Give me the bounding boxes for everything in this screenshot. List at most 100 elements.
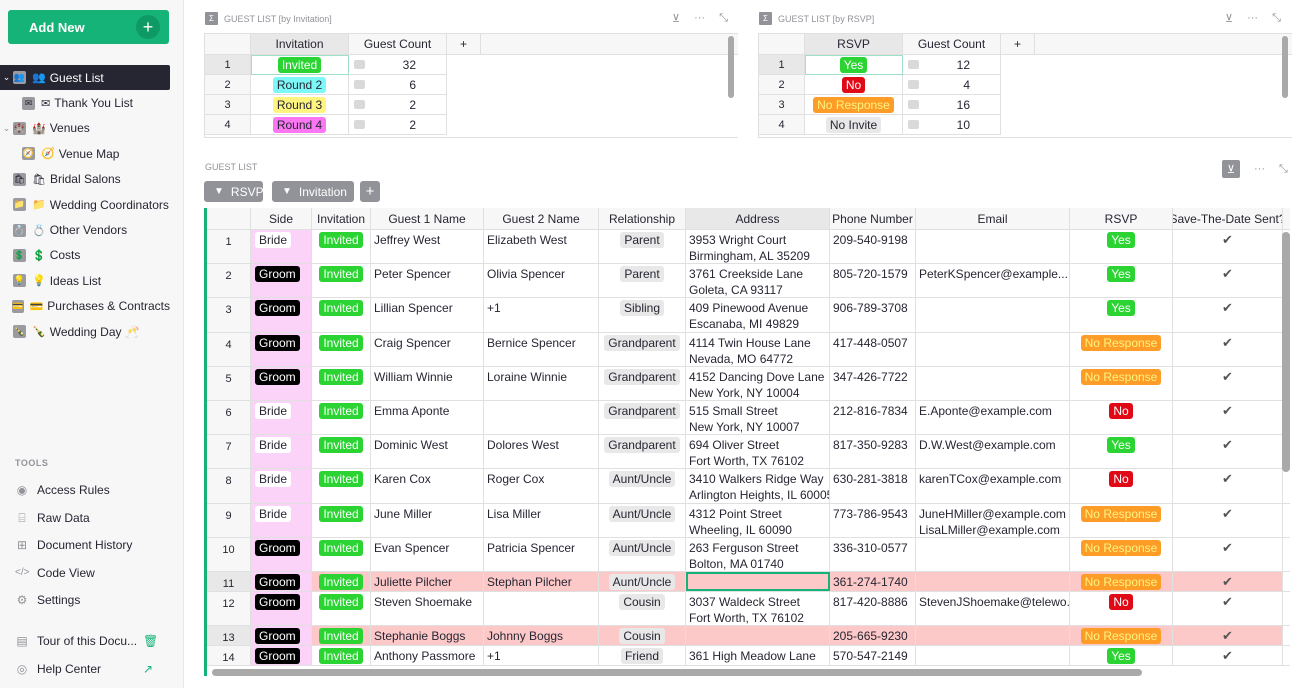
sidebar-item-other-vendors[interactable]: 💍 💍 Other Vendors xyxy=(0,217,170,242)
phone-number-cell[interactable]: 817-350-9283 xyxy=(830,435,916,469)
save-the-date-cell[interactable]: ✔ xyxy=(1173,230,1283,264)
address-cell[interactable] xyxy=(686,626,830,646)
guest-2-name-cell[interactable]: Patricia Spencer xyxy=(484,537,599,571)
save-the-date-cell[interactable]: ✔ xyxy=(1173,469,1283,503)
guest-2-name-cell[interactable]: Roger Cox xyxy=(484,469,599,503)
expand-icon[interactable]: ⤡ xyxy=(1279,163,1288,176)
table-row[interactable]: 1 Bride Invited Jeffrey West Elizabeth West P… xyxy=(207,230,1290,265)
relationship-cell[interactable]: Grandparent xyxy=(599,435,686,469)
phone-number-cell[interactable]: 630-281-3818 xyxy=(830,469,916,503)
vertical-scrollbar[interactable] xyxy=(1282,36,1288,98)
column-header-invitation[interactable]: Invitation xyxy=(312,208,371,229)
table-row[interactable]: 1 Invited 32 xyxy=(205,55,738,75)
relationship-cell[interactable]: Aunt/Uncle xyxy=(599,503,686,537)
side-cell[interactable]: Groom xyxy=(251,626,312,646)
address-cell[interactable]: 4312 Point Street Wheeling, IL 60090 xyxy=(686,503,830,537)
more-options-icon[interactable]: ··· xyxy=(1254,163,1265,175)
rsvp-cell[interactable]: No Response xyxy=(1070,366,1173,400)
relationship-cell[interactable]: Parent xyxy=(599,230,686,264)
table-row[interactable]: 1 Yes 12 xyxy=(759,55,1292,75)
invitation-cell[interactable]: Invited xyxy=(312,469,371,503)
guest-2-name-cell[interactable]: Johnny Boggs xyxy=(484,626,599,646)
group-cell[interactable]: Yes xyxy=(805,55,903,75)
table-row[interactable]: 11 Groom Invited Juliette Pilcher Stephan Pi… xyxy=(207,571,1290,592)
tool-raw-data[interactable]: ⌸ Raw Data xyxy=(15,511,89,526)
email-cell[interactable] xyxy=(916,230,1070,264)
side-cell[interactable]: Groom xyxy=(251,571,312,591)
table-row[interactable]: 9 Bride Invited June Miller Lisa Miller Aunt/… xyxy=(207,503,1290,538)
email-cell[interactable]: D.W.West@example.com xyxy=(916,435,1070,469)
expand-icon[interactable]: ⤡ xyxy=(1272,12,1281,25)
sort-filter-icon[interactable]: ⊻ xyxy=(1225,12,1233,25)
relationship-cell[interactable]: Aunt/Uncle xyxy=(599,537,686,571)
column-header-address[interactable]: Address xyxy=(686,208,830,229)
relationship-cell[interactable]: Parent xyxy=(599,264,686,298)
column-header-email[interactable]: Email xyxy=(916,208,1070,229)
email-cell[interactable]: PeterKSpencer@example.... xyxy=(916,264,1070,298)
table-row[interactable]: 3 Round 3 2 xyxy=(205,95,738,115)
chevron-down-icon[interactable]: ⌄ xyxy=(0,72,13,83)
count-cell[interactable]: 16 xyxy=(903,95,1001,115)
group-cell[interactable]: Round 4 xyxy=(251,115,349,135)
guest-2-name-cell[interactable]: Stephan Pilcher xyxy=(484,571,599,591)
table-row[interactable]: 13 Groom Invited Stephanie Boggs Johnny Bogg… xyxy=(207,626,1290,647)
tool-code-view[interactable]: </> Code View xyxy=(15,566,95,580)
sort-filter-icon[interactable]: ⊻ xyxy=(1222,160,1240,178)
rsvp-cell[interactable]: No Response xyxy=(1070,537,1173,571)
rsvp-cell[interactable]: No Response xyxy=(1070,571,1173,591)
email-cell[interactable]: karenTCox@example.com xyxy=(916,469,1070,503)
save-the-date-cell[interactable]: ✔ xyxy=(1173,435,1283,469)
guest-1-name-cell[interactable]: Lillian Spencer xyxy=(371,298,484,332)
invitation-cell[interactable]: Invited xyxy=(312,230,371,264)
address-cell[interactable]: 694 Oliver Street Fort Worth, TX 76102 xyxy=(686,435,830,469)
side-cell[interactable]: Groom xyxy=(251,264,312,298)
guest-2-name-cell[interactable]: Dolores West xyxy=(484,435,599,469)
guest-1-name-cell[interactable]: William Winnie xyxy=(371,366,484,400)
column-header-rsvp[interactable]: RSVP xyxy=(1070,208,1173,229)
side-cell[interactable]: Bride xyxy=(251,400,312,435)
table-row[interactable]: 5 Groom Invited William Winnie Loraine Winni… xyxy=(207,366,1290,401)
invitation-cell[interactable]: Invited xyxy=(312,366,371,400)
invitation-cell[interactable]: Invited xyxy=(312,591,371,626)
invitation-cell[interactable]: Invited xyxy=(312,503,371,537)
rsvp-cell[interactable]: No xyxy=(1070,591,1173,626)
guest-1-name-cell[interactable]: Jeffrey West xyxy=(371,230,484,264)
guest-2-name-cell[interactable] xyxy=(484,591,599,626)
address-cell[interactable]: 3410 Walkers Ridge Way Arlington Heights,… xyxy=(686,469,830,503)
relationship-cell[interactable]: Grandparent xyxy=(599,366,686,400)
save-the-date-cell[interactable]: ✔ xyxy=(1173,591,1283,626)
address-cell[interactable]: 4114 Twin House Lane Nevada, MO 64772 xyxy=(686,332,830,366)
column-header-guest-1-name[interactable]: Guest 1 Name xyxy=(371,208,484,229)
phone-number-cell[interactable]: 209-540-9198 xyxy=(830,230,916,264)
rsvp-cell[interactable]: No Response xyxy=(1070,626,1173,646)
table-row[interactable]: 10 Groom Invited Evan Spencer Patricia Spenc… xyxy=(207,537,1290,572)
column-header-phone-number[interactable]: Phone Number xyxy=(830,208,916,229)
count-cell[interactable]: 6 xyxy=(349,75,447,95)
guest-1-name-cell[interactable]: Juliette Pilcher xyxy=(371,571,484,591)
table-row[interactable]: 14 Groom Invited Anthony Passmore +1 Friend 36… xyxy=(207,646,1290,667)
side-cell[interactable]: Groom xyxy=(251,332,312,366)
invitation-cell[interactable]: Invited xyxy=(312,537,371,571)
phone-number-cell[interactable]: 336-310-0577 xyxy=(830,537,916,571)
save-the-date-cell[interactable]: ✔ xyxy=(1173,264,1283,298)
vertical-scrollbar[interactable] xyxy=(728,36,734,98)
column-header[interactable]: RSVP xyxy=(805,34,903,55)
tool-access-rules[interactable]: ◉ Access Rules xyxy=(15,483,110,497)
add-new-button[interactable]: Add New + xyxy=(8,10,169,44)
side-cell[interactable]: Bride xyxy=(251,469,312,503)
chevron-down-icon[interactable]: ⌄ xyxy=(0,123,13,134)
rsvp-cell[interactable]: No Response xyxy=(1070,503,1173,537)
save-the-date-cell[interactable]: ✔ xyxy=(1173,537,1283,571)
add-filter-button[interactable]: + xyxy=(360,181,380,202)
count-cell[interactable]: 2 xyxy=(349,95,447,115)
rsvp-cell[interactable]: No xyxy=(1070,400,1173,435)
sidebar-item-guest-list[interactable]: ⌄ 👥 👥 Guest List xyxy=(0,65,170,91)
guest-1-name-cell[interactable]: Dominic West xyxy=(371,435,484,469)
phone-number-cell[interactable]: 205-665-9230 xyxy=(830,626,916,646)
email-cell[interactable] xyxy=(916,332,1070,366)
group-cell[interactable]: Round 3 xyxy=(251,95,349,115)
sort-filter-icon[interactable]: ⊻ xyxy=(672,12,680,25)
tool-settings[interactable]: ⚙ Settings xyxy=(15,593,81,607)
rsvp-cell[interactable]: Yes xyxy=(1070,230,1173,264)
phone-number-cell[interactable]: 361-274-1740 xyxy=(830,571,916,591)
